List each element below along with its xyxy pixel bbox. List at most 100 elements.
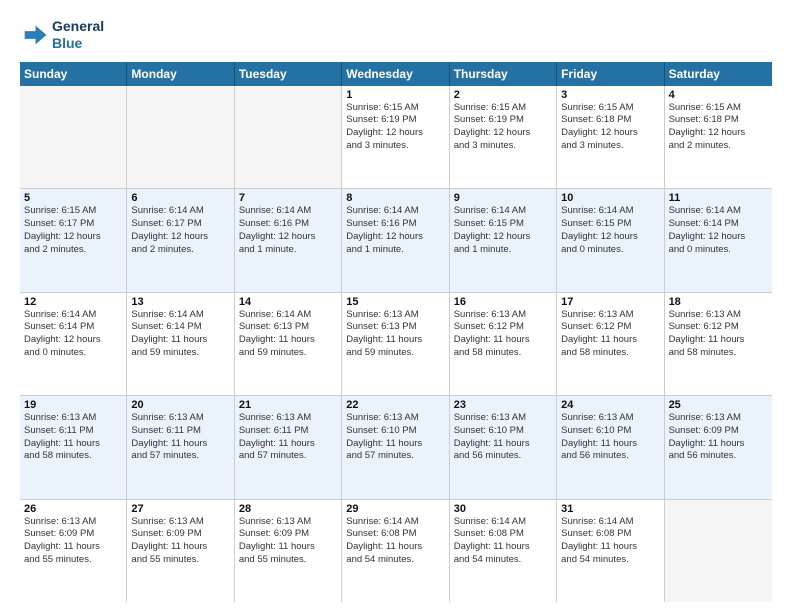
calendar-cell <box>20 86 127 188</box>
day-number: 18 <box>669 296 768 308</box>
day-info: Sunrise: 6:15 AM Sunset: 6:17 PM Dayligh… <box>24 205 122 256</box>
calendar-cell: 12Sunrise: 6:14 AM Sunset: 6:14 PM Dayli… <box>20 293 127 395</box>
day-number: 5 <box>24 192 122 204</box>
day-number: 8 <box>346 192 444 204</box>
calendar-cell: 11Sunrise: 6:14 AM Sunset: 6:14 PM Dayli… <box>665 189 772 291</box>
day-number: 6 <box>131 192 229 204</box>
day-info: Sunrise: 6:13 AM Sunset: 6:09 PM Dayligh… <box>131 516 229 567</box>
day-info: Sunrise: 6:14 AM Sunset: 6:15 PM Dayligh… <box>454 205 552 256</box>
day-info: Sunrise: 6:14 AM Sunset: 6:14 PM Dayligh… <box>669 205 768 256</box>
day-info: Sunrise: 6:14 AM Sunset: 6:08 PM Dayligh… <box>454 516 552 567</box>
logo-icon <box>20 21 48 49</box>
calendar-cell: 1Sunrise: 6:15 AM Sunset: 6:19 PM Daylig… <box>342 86 449 188</box>
calendar-cell: 27Sunrise: 6:13 AM Sunset: 6:09 PM Dayli… <box>127 500 234 602</box>
calendar-cell: 13Sunrise: 6:14 AM Sunset: 6:14 PM Dayli… <box>127 293 234 395</box>
day-info: Sunrise: 6:14 AM Sunset: 6:13 PM Dayligh… <box>239 309 337 360</box>
calendar-row-2: 5Sunrise: 6:15 AM Sunset: 6:17 PM Daylig… <box>20 189 772 292</box>
day-number: 9 <box>454 192 552 204</box>
day-info: Sunrise: 6:13 AM Sunset: 6:10 PM Dayligh… <box>454 412 552 463</box>
calendar-row-3: 12Sunrise: 6:14 AM Sunset: 6:14 PM Dayli… <box>20 293 772 396</box>
day-number: 13 <box>131 296 229 308</box>
day-info: Sunrise: 6:15 AM Sunset: 6:18 PM Dayligh… <box>669 102 768 153</box>
logo: General Blue <box>20 18 104 52</box>
calendar-cell: 26Sunrise: 6:13 AM Sunset: 6:09 PM Dayli… <box>20 500 127 602</box>
day-number: 27 <box>131 503 229 515</box>
calendar-cell: 14Sunrise: 6:14 AM Sunset: 6:13 PM Dayli… <box>235 293 342 395</box>
calendar-cell: 16Sunrise: 6:13 AM Sunset: 6:12 PM Dayli… <box>450 293 557 395</box>
calendar-cell: 22Sunrise: 6:13 AM Sunset: 6:10 PM Dayli… <box>342 396 449 498</box>
day-info: Sunrise: 6:13 AM Sunset: 6:09 PM Dayligh… <box>669 412 768 463</box>
day-info: Sunrise: 6:15 AM Sunset: 6:18 PM Dayligh… <box>561 102 659 153</box>
calendar-cell <box>127 86 234 188</box>
calendar-cell <box>665 500 772 602</box>
day-number: 4 <box>669 89 768 101</box>
calendar-cell: 28Sunrise: 6:13 AM Sunset: 6:09 PM Dayli… <box>235 500 342 602</box>
day-info: Sunrise: 6:13 AM Sunset: 6:11 PM Dayligh… <box>24 412 122 463</box>
day-number: 22 <box>346 399 444 411</box>
day-number: 3 <box>561 89 659 101</box>
calendar-cell: 7Sunrise: 6:14 AM Sunset: 6:16 PM Daylig… <box>235 189 342 291</box>
calendar-cell: 31Sunrise: 6:14 AM Sunset: 6:08 PM Dayli… <box>557 500 664 602</box>
calendar-cell: 29Sunrise: 6:14 AM Sunset: 6:08 PM Dayli… <box>342 500 449 602</box>
day-number: 10 <box>561 192 659 204</box>
calendar-cell: 8Sunrise: 6:14 AM Sunset: 6:16 PM Daylig… <box>342 189 449 291</box>
calendar-cell: 9Sunrise: 6:14 AM Sunset: 6:15 PM Daylig… <box>450 189 557 291</box>
day-number: 21 <box>239 399 337 411</box>
weekday-header-wednesday: Wednesday <box>342 62 449 86</box>
day-info: Sunrise: 6:13 AM Sunset: 6:11 PM Dayligh… <box>239 412 337 463</box>
calendar-cell: 24Sunrise: 6:13 AM Sunset: 6:10 PM Dayli… <box>557 396 664 498</box>
calendar-cell: 23Sunrise: 6:13 AM Sunset: 6:10 PM Dayli… <box>450 396 557 498</box>
calendar: SundayMondayTuesdayWednesdayThursdayFrid… <box>20 62 772 602</box>
day-info: Sunrise: 6:15 AM Sunset: 6:19 PM Dayligh… <box>454 102 552 153</box>
day-number: 20 <box>131 399 229 411</box>
day-number: 24 <box>561 399 659 411</box>
calendar-row-5: 26Sunrise: 6:13 AM Sunset: 6:09 PM Dayli… <box>20 500 772 602</box>
calendar-header: SundayMondayTuesdayWednesdayThursdayFrid… <box>20 62 772 86</box>
calendar-cell: 15Sunrise: 6:13 AM Sunset: 6:13 PM Dayli… <box>342 293 449 395</box>
day-info: Sunrise: 6:13 AM Sunset: 6:11 PM Dayligh… <box>131 412 229 463</box>
calendar-cell: 20Sunrise: 6:13 AM Sunset: 6:11 PM Dayli… <box>127 396 234 498</box>
calendar-cell: 3Sunrise: 6:15 AM Sunset: 6:18 PM Daylig… <box>557 86 664 188</box>
day-number: 12 <box>24 296 122 308</box>
day-number: 23 <box>454 399 552 411</box>
day-info: Sunrise: 6:13 AM Sunset: 6:10 PM Dayligh… <box>346 412 444 463</box>
day-info: Sunrise: 6:14 AM Sunset: 6:16 PM Dayligh… <box>239 205 337 256</box>
day-info: Sunrise: 6:13 AM Sunset: 6:09 PM Dayligh… <box>24 516 122 567</box>
weekday-header-tuesday: Tuesday <box>235 62 342 86</box>
day-info: Sunrise: 6:14 AM Sunset: 6:16 PM Dayligh… <box>346 205 444 256</box>
day-info: Sunrise: 6:13 AM Sunset: 6:10 PM Dayligh… <box>561 412 659 463</box>
day-number: 14 <box>239 296 337 308</box>
weekday-header-sunday: Sunday <box>20 62 127 86</box>
calendar-row-1: 1Sunrise: 6:15 AM Sunset: 6:19 PM Daylig… <box>20 86 772 189</box>
page-header: General Blue <box>20 18 772 52</box>
day-info: Sunrise: 6:14 AM Sunset: 6:14 PM Dayligh… <box>24 309 122 360</box>
logo-text: General Blue <box>52 18 104 52</box>
calendar-cell: 21Sunrise: 6:13 AM Sunset: 6:11 PM Dayli… <box>235 396 342 498</box>
day-info: Sunrise: 6:14 AM Sunset: 6:08 PM Dayligh… <box>346 516 444 567</box>
day-info: Sunrise: 6:13 AM Sunset: 6:12 PM Dayligh… <box>561 309 659 360</box>
day-number: 16 <box>454 296 552 308</box>
calendar-cell: 17Sunrise: 6:13 AM Sunset: 6:12 PM Dayli… <box>557 293 664 395</box>
weekday-header-saturday: Saturday <box>665 62 772 86</box>
calendar-cell: 25Sunrise: 6:13 AM Sunset: 6:09 PM Dayli… <box>665 396 772 498</box>
weekday-header-monday: Monday <box>127 62 234 86</box>
day-info: Sunrise: 6:13 AM Sunset: 6:12 PM Dayligh… <box>454 309 552 360</box>
calendar-cell: 10Sunrise: 6:14 AM Sunset: 6:15 PM Dayli… <box>557 189 664 291</box>
day-info: Sunrise: 6:14 AM Sunset: 6:17 PM Dayligh… <box>131 205 229 256</box>
calendar-body: 1Sunrise: 6:15 AM Sunset: 6:19 PM Daylig… <box>20 86 772 602</box>
day-info: Sunrise: 6:15 AM Sunset: 6:19 PM Dayligh… <box>346 102 444 153</box>
calendar-cell: 4Sunrise: 6:15 AM Sunset: 6:18 PM Daylig… <box>665 86 772 188</box>
calendar-cell: 6Sunrise: 6:14 AM Sunset: 6:17 PM Daylig… <box>127 189 234 291</box>
day-info: Sunrise: 6:13 AM Sunset: 6:09 PM Dayligh… <box>239 516 337 567</box>
day-number: 15 <box>346 296 444 308</box>
day-number: 25 <box>669 399 768 411</box>
calendar-cell: 18Sunrise: 6:13 AM Sunset: 6:12 PM Dayli… <box>665 293 772 395</box>
day-number: 28 <box>239 503 337 515</box>
weekday-header-thursday: Thursday <box>450 62 557 86</box>
day-info: Sunrise: 6:14 AM Sunset: 6:14 PM Dayligh… <box>131 309 229 360</box>
day-number: 7 <box>239 192 337 204</box>
calendar-cell: 2Sunrise: 6:15 AM Sunset: 6:19 PM Daylig… <box>450 86 557 188</box>
calendar-cell <box>235 86 342 188</box>
day-number: 11 <box>669 192 768 204</box>
day-number: 17 <box>561 296 659 308</box>
